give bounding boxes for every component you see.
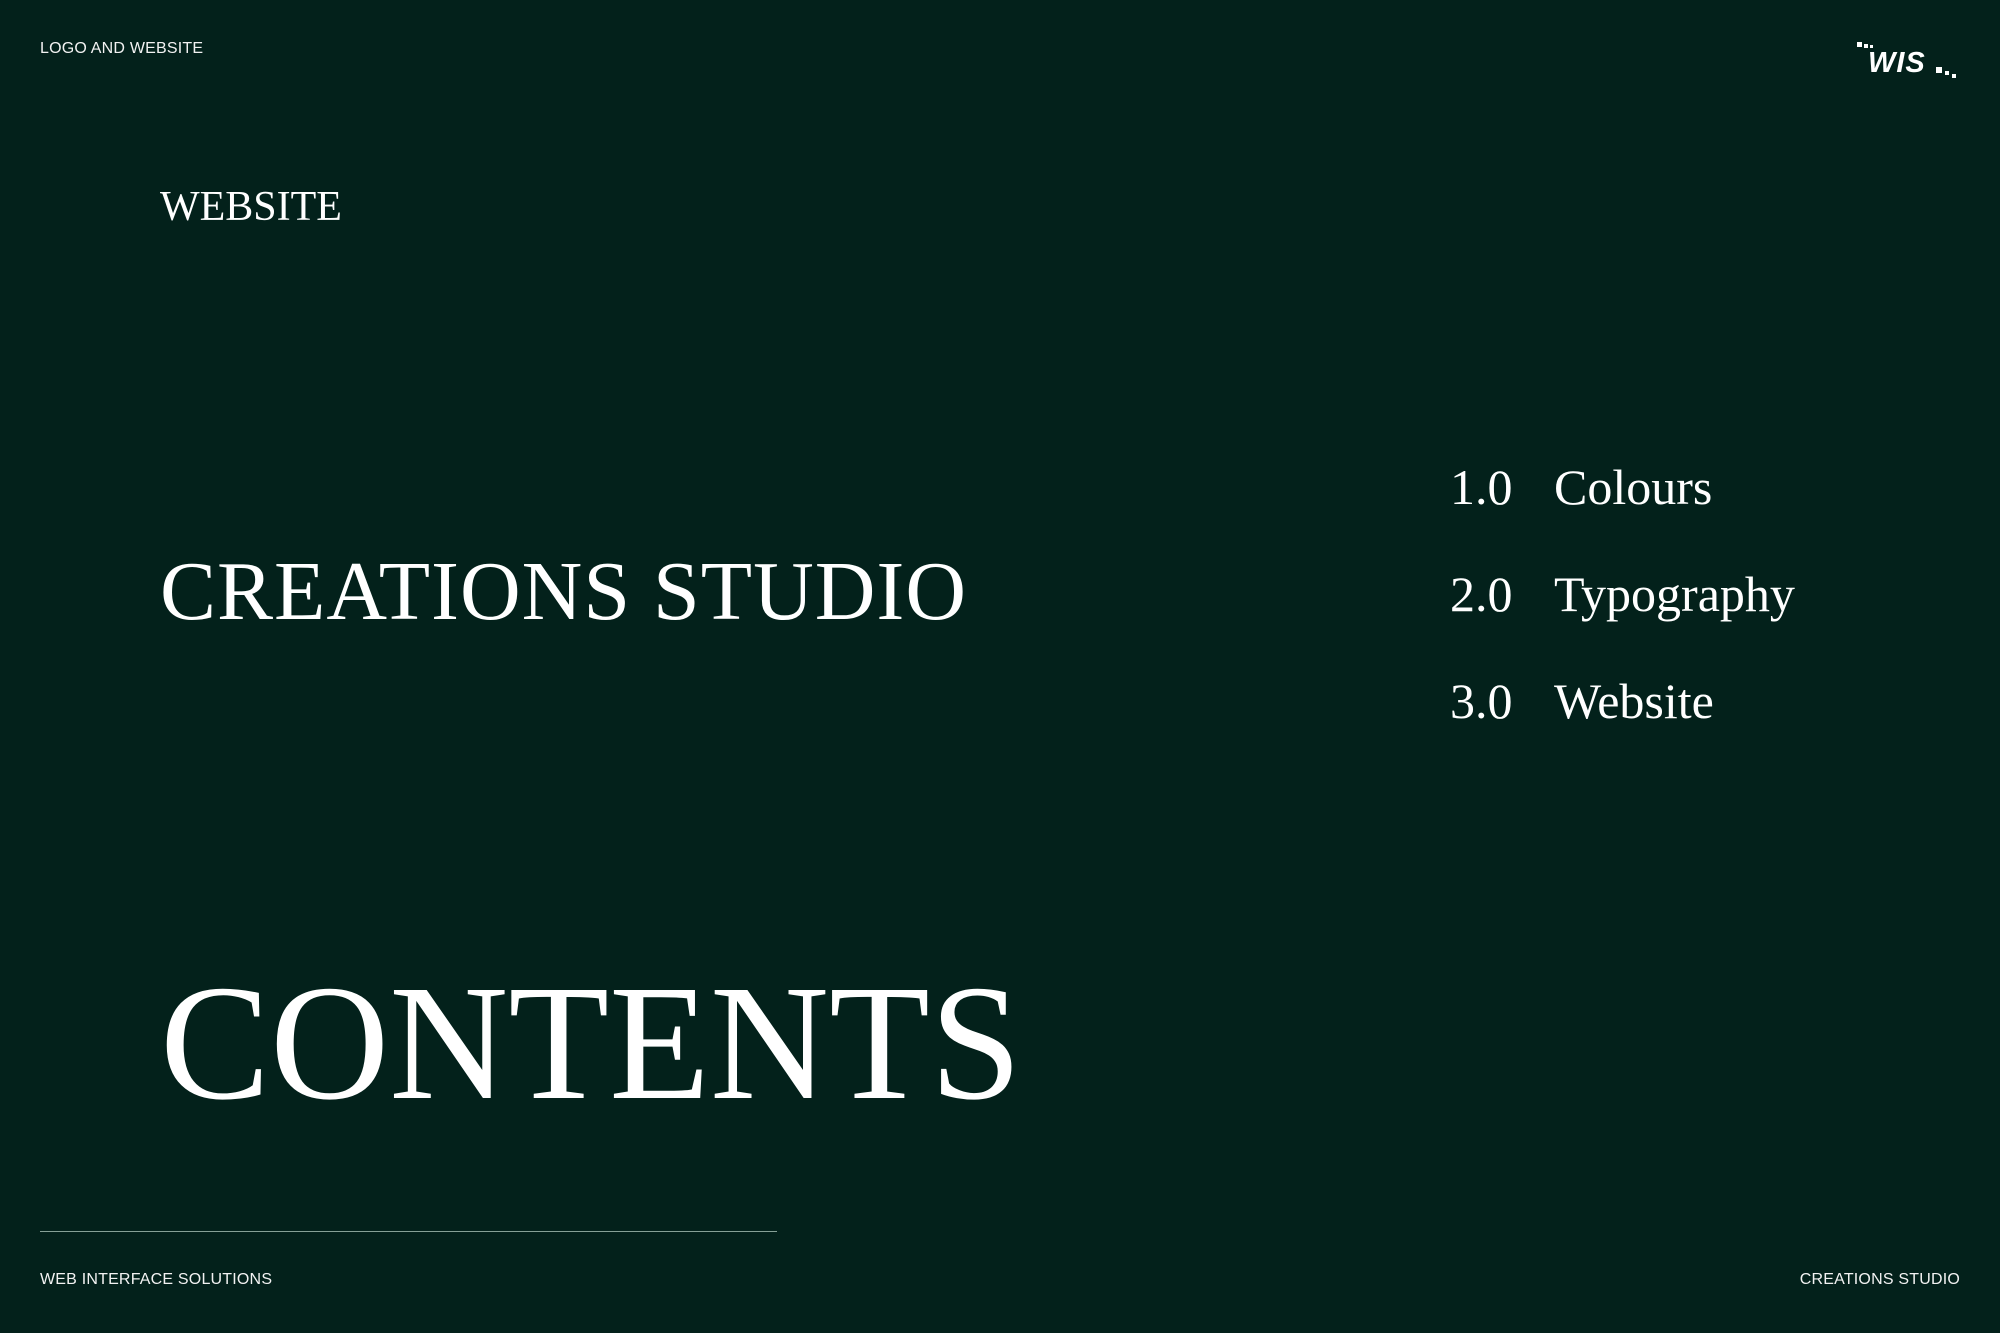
studio-title: CREATIONS STUDIO (160, 545, 968, 638)
footer-divider (40, 1231, 777, 1232)
header-label: LOGO AND WEBSITE (40, 40, 204, 57)
table-of-contents: 1.0 Colours 2.0 Typography 3.0 Website (1450, 459, 1795, 729)
toc-item-colours[interactable]: 1.0 Colours (1450, 459, 1795, 515)
toc-label: Typography (1554, 566, 1795, 622)
wis-logo-icon: WIS (1855, 40, 1960, 82)
contents-title: CONTENTS (160, 951, 1022, 1134)
toc-item-website[interactable]: 3.0 Website (1450, 673, 1795, 729)
toc-number: 3.0 (1450, 673, 1513, 729)
footer-left-label: WEB INTERFACE SOLUTIONS (40, 1271, 273, 1288)
toc-item-typography[interactable]: 2.0 Typography (1450, 566, 1795, 622)
toc-number: 1.0 (1450, 459, 1513, 515)
section-label: WEBSITE (160, 184, 342, 230)
svg-text:WIS: WIS (1868, 47, 1926, 79)
toc-label: Website (1554, 673, 1714, 729)
footer-right-label: CREATIONS STUDIO (1799, 1271, 1960, 1288)
toc-label: Colours (1554, 459, 1713, 515)
toc-number: 2.0 (1450, 566, 1513, 622)
